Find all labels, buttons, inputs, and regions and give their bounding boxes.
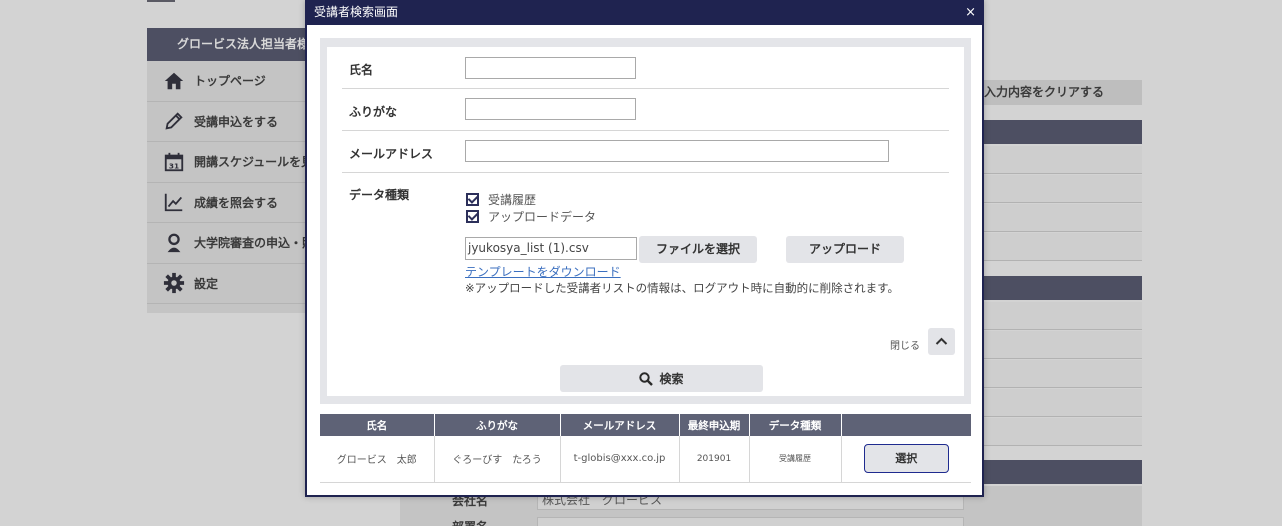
sidebar-item-label: 設定 — [194, 276, 219, 291]
table-row — [970, 418, 1142, 446]
home-icon — [164, 72, 184, 89]
checkbox-upload-data[interactable]: アップロードデータ — [466, 208, 596, 225]
sidebar-item-settings[interactable]: 設定 — [147, 264, 307, 304]
furigana-label: ふりがな — [349, 105, 398, 119]
sidebar-item-grades[interactable]: 成績を照会する — [147, 183, 307, 223]
name-label: 氏名 — [349, 63, 374, 77]
sidebar-item-label: 成績を照会する — [194, 195, 279, 210]
furigana-input[interactable] — [465, 98, 636, 120]
upload-button[interactable]: アップロード — [786, 236, 904, 263]
cell-action: 選択 — [841, 436, 971, 483]
trainee-search-modal: 受講者検索画面 × 氏名 ふりがな メールアドレス データ種類 受講履歴 アップ… — [305, 0, 984, 497]
table-row — [970, 302, 1142, 330]
cell-furigana: ぐろーびす たろう — [434, 436, 561, 483]
table-row — [970, 389, 1142, 417]
col-header-furigana: ふりがな — [434, 414, 561, 436]
section-header-bar — [970, 276, 1142, 300]
results-header-row: 氏名 ふりがな メールアドレス 最終申込期 データ種類 — [320, 414, 971, 436]
table-row: グロービス 太郎 ぐろーびす たろう t-globis@xxx.co.jp 20… — [320, 436, 971, 483]
cell-name: グロービス 太郎 — [320, 436, 435, 483]
sidebar-item-label: トップページ — [194, 74, 266, 89]
chart-icon — [164, 194, 183, 212]
checkbox-checked-icon — [466, 210, 479, 223]
col-header-data-type: データ種類 — [749, 414, 842, 436]
col-header-name: 氏名 — [320, 414, 435, 436]
email-input[interactable] — [465, 140, 889, 162]
calendar-icon: 31 — [164, 152, 184, 171]
upload-note: ※アップロードした受講者リストの情報は、ログアウト時に自動的に削除されます。 — [465, 281, 899, 295]
file-name-display: jyukosya_list (1).csv — [465, 237, 637, 260]
table-row — [970, 175, 1142, 203]
close-icon[interactable]: × — [965, 0, 976, 25]
search-form: 氏名 ふりがな メールアドレス データ種類 受講履歴 アップロードデータ jyu… — [327, 47, 964, 396]
section-header-bar — [970, 460, 1142, 484]
modal-header: 受講者検索画面 × — [307, 0, 982, 25]
chevron-up-icon — [935, 337, 948, 345]
top-accent-line — [147, 0, 175, 2]
checkbox-checked-icon — [466, 193, 479, 206]
name-row: 氏名 — [342, 47, 949, 89]
section-header-bar — [970, 120, 1142, 144]
choose-file-button[interactable]: ファイルを選択 — [639, 236, 757, 263]
dept-field[interactable] — [537, 517, 964, 526]
sidebar-title: グロービス法人担当者様 — [147, 28, 307, 61]
name-input[interactable] — [465, 57, 636, 79]
sidebar: グロービス法人担当者様 トップページ 受講申込をする 31 開講スケジュールを見… — [147, 28, 307, 313]
table-row — [970, 146, 1142, 174]
cell-email: t-globis@xxx.co.jp — [560, 436, 680, 483]
collapse-button[interactable] — [928, 328, 955, 355]
search-button[interactable]: 検索 — [560, 365, 763, 392]
col-header-last-term: 最終申込期 — [679, 414, 750, 436]
email-row: メールアドレス — [342, 131, 949, 173]
sidebar-item-top[interactable]: トップページ — [147, 61, 307, 102]
cell-data-type: 受講履歴 — [749, 436, 842, 483]
sidebar-item-schedule[interactable]: 31 開講スケジュールを見る — [147, 142, 307, 183]
sidebar-item-label: 大学院審査の申込・照会 — [194, 236, 307, 251]
search-form-panel: 氏名 ふりがな メールアドレス データ種類 受講履歴 アップロードデータ jyu… — [320, 38, 971, 404]
table-row — [970, 204, 1142, 232]
datatype-label: データ種類 — [349, 188, 410, 202]
pencil-icon — [165, 112, 183, 130]
person-icon — [167, 233, 181, 252]
sidebar-item-label: 開講スケジュールを見る — [194, 155, 307, 170]
results-table: 氏名 ふりがな メールアドレス 最終申込期 データ種類 グロービス 太郎 ぐろー… — [320, 414, 971, 483]
col-header-action — [841, 414, 971, 436]
table-row — [970, 360, 1142, 388]
email-label: メールアドレス — [349, 147, 434, 161]
modal-title: 受講者検索画面 — [314, 5, 399, 19]
col-header-email: メールアドレス — [560, 414, 680, 436]
cell-last-term: 201901 — [679, 436, 750, 483]
select-button[interactable]: 選択 — [863, 444, 949, 474]
furigana-row: ふりがな — [342, 89, 949, 131]
gear-icon — [163, 273, 185, 294]
table-row — [970, 331, 1142, 359]
template-download-link[interactable]: テンプレートをダウンロード — [465, 263, 621, 280]
svg-text:31: 31 — [169, 161, 179, 170]
sidebar-item-graduate[interactable]: 大学院審査の申込・照会 — [147, 223, 307, 264]
search-icon — [639, 371, 654, 386]
checkbox-history[interactable]: 受講履歴 — [466, 191, 536, 208]
collapse-label[interactable]: 閉じる — [890, 337, 920, 352]
dept-label: 部署名 — [452, 518, 488, 526]
sidebar-item-apply[interactable]: 受講申込をする — [147, 102, 307, 142]
table-row — [970, 233, 1142, 261]
sidebar-item-label: 受講申込をする — [194, 114, 279, 129]
clear-input-button[interactable]: 入力内容をクリアする — [970, 80, 1142, 105]
